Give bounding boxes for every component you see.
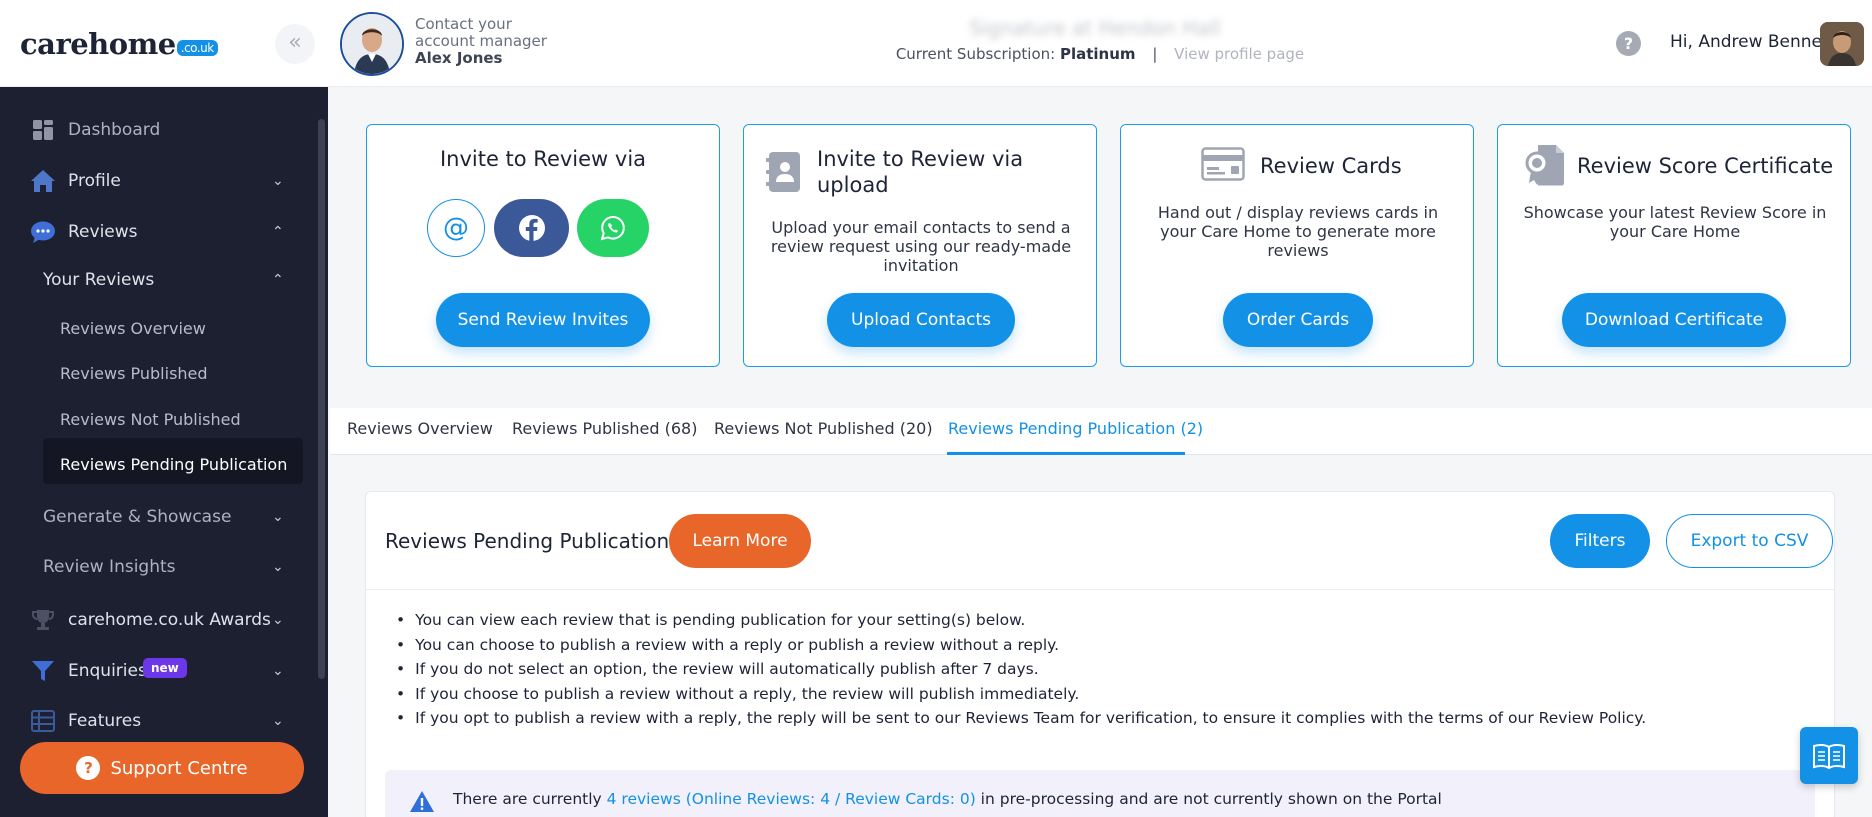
chevron-down-icon: ⌄ xyxy=(272,173,284,189)
review-certificate-card: Review Score Certificate Showcase your l… xyxy=(1497,124,1851,367)
filter-icon xyxy=(30,658,56,684)
view-profile-link[interactable]: View profile page xyxy=(1174,45,1304,63)
support-centre-button[interactable]: ? Support Centre xyxy=(20,742,304,794)
sidebar-scrollbar[interactable] xyxy=(318,119,325,679)
preprocessing-notice: There are currently 4 reviews (Online Re… xyxy=(385,770,1815,817)
chevron-up-icon: ⌃ xyxy=(272,224,284,240)
upload-contacts-button[interactable]: Upload Contacts xyxy=(827,293,1015,347)
card-icon xyxy=(1201,147,1245,185)
review-tabs: Reviews Overview Reviews Published (68) … xyxy=(330,408,1872,455)
chevron-down-icon: ⌄ xyxy=(272,612,284,628)
order-cards-button[interactable]: Order Cards xyxy=(1223,293,1373,347)
carehome-logo[interactable]: carehome .co.uk xyxy=(20,27,218,61)
table-icon xyxy=(30,708,56,734)
collapse-sidebar-button[interactable]: « xyxy=(275,24,315,64)
review-cards-title: Review Cards xyxy=(1260,154,1402,178)
user-greeting[interactable]: Hi, Andrew Bennett xyxy=(1670,32,1835,52)
tab-reviews-pending[interactable]: Reviews Pending Publication (2) xyxy=(948,419,1203,438)
list-item: If you do not select an option, the revi… xyxy=(396,657,1646,682)
active-tab-indicator xyxy=(947,452,1185,455)
upload-contacts-card: Invite to Review via upload Upload your … xyxy=(743,124,1097,367)
account-manager-contact[interactable]: Contact your account manager Alex Jones xyxy=(415,16,547,67)
invite-card-title: Invite to Review via xyxy=(439,147,647,171)
facebook-icon xyxy=(518,215,545,241)
subscription-info: Current Subscription: Platinum | View pr… xyxy=(895,45,1305,63)
export-csv-button[interactable]: Export to CSV xyxy=(1666,514,1833,568)
contact-book-icon xyxy=(765,151,803,197)
chevron-up-icon: ⌃ xyxy=(272,272,284,288)
pending-reviews-panel: Reviews Pending Publication Learn More F… xyxy=(365,491,1835,817)
sidebar-item-features[interactable]: Features ⌄ xyxy=(0,701,310,741)
account-manager-name: Alex Jones xyxy=(415,49,503,67)
sidebar-item-profile[interactable]: Profile ⌄ xyxy=(0,161,310,201)
upload-card-title: Invite to Review via upload xyxy=(817,147,1024,197)
review-cards-description: Hand out / display reviews cards in your… xyxy=(1157,203,1439,260)
panel-header: Reviews Pending Publication Learn More F… xyxy=(366,492,1834,590)
help-circle-icon: ? xyxy=(76,756,101,780)
whatsapp-icon xyxy=(600,215,625,241)
download-certificate-button[interactable]: Download Certificate xyxy=(1562,293,1786,347)
pending-rules-list: You can view each review that is pending… xyxy=(396,608,1646,731)
subscription-plan: Platinum xyxy=(1059,45,1136,63)
sidebar-item-your-reviews[interactable]: Your Reviews ⌃ xyxy=(0,260,310,300)
home-icon xyxy=(30,168,56,194)
help-icon[interactable]: ? xyxy=(1616,31,1641,56)
chevron-down-icon: ⌄ xyxy=(272,713,284,729)
learn-more-button[interactable]: Learn More xyxy=(669,514,811,568)
sidebar-item-reviews-published[interactable]: Reviews Published xyxy=(0,353,310,393)
review-cards-card: Review Cards Hand out / display reviews … xyxy=(1120,124,1474,367)
sidebar-item-awards[interactable]: carehome.co.uk Awards ⌄ xyxy=(0,600,310,640)
dashboard-icon xyxy=(30,117,56,143)
sidebar-item-generate-showcase[interactable]: Generate & Showcase ⌄ xyxy=(0,497,310,537)
chat-icon xyxy=(30,219,56,245)
email-channel-button[interactable]: @ xyxy=(427,199,485,257)
send-review-invites-button[interactable]: Send Review Invites xyxy=(436,293,650,347)
new-badge: new xyxy=(143,658,187,678)
preprocessing-reviews-link[interactable]: 4 reviews (Online Reviews: 4 / Review Ca… xyxy=(607,790,976,808)
tab-reviews-not-published[interactable]: Reviews Not Published (20) xyxy=(714,419,933,438)
book-icon xyxy=(1813,743,1845,769)
list-item: If you opt to publish a review with a re… xyxy=(396,706,1646,731)
guide-book-button[interactable] xyxy=(1800,727,1858,784)
list-item: You can choose to publish a review with … xyxy=(396,633,1646,658)
tab-reviews-overview[interactable]: Reviews Overview xyxy=(347,419,493,438)
sidebar: Dashboard Profile ⌄ Reviews ⌃ Your Revie… xyxy=(0,87,328,817)
email-icon: @ xyxy=(443,213,469,243)
whatsapp-channel-button[interactable] xyxy=(577,199,649,257)
certificate-description: Showcase your latest Review Score in you… xyxy=(1523,203,1827,241)
warning-icon xyxy=(409,790,435,817)
account-manager-avatar xyxy=(340,12,404,76)
top-header: carehome .co.uk « Contact your account ma… xyxy=(0,0,1872,87)
filters-button[interactable]: Filters xyxy=(1550,514,1650,568)
chevron-down-icon: ⌄ xyxy=(272,559,284,575)
sidebar-item-enquiries[interactable]: Enquiries new ⌄ xyxy=(0,651,310,691)
tab-reviews-published[interactable]: Reviews Published (68) xyxy=(512,419,697,438)
chevron-down-icon: ⌄ xyxy=(272,663,284,679)
chevron-down-icon: ⌄ xyxy=(272,509,284,525)
invite-review-card: Invite to Review via @ Send Review Invit… xyxy=(366,124,720,367)
certificate-icon xyxy=(1524,143,1566,191)
care-home-name: Signature at Hendon Hall xyxy=(969,16,1221,40)
sidebar-item-reviews[interactable]: Reviews ⌃ xyxy=(0,212,310,252)
sidebar-item-reviews-pending[interactable]: Reviews Pending Publication xyxy=(0,444,310,484)
panel-title: Reviews Pending Publication xyxy=(385,529,670,553)
facebook-channel-button[interactable] xyxy=(494,199,569,257)
collapse-icon: « xyxy=(288,30,302,55)
certificate-title: Review Score Certificate xyxy=(1577,154,1834,178)
user-avatar[interactable] xyxy=(1820,22,1864,66)
sidebar-item-review-insights[interactable]: Review Insights ⌄ xyxy=(0,547,310,587)
upload-card-description: Upload your email contacts to send a rev… xyxy=(770,218,1072,275)
list-item: You can view each review that is pending… xyxy=(396,608,1646,633)
sidebar-item-reviews-overview[interactable]: Reviews Overview xyxy=(0,308,310,348)
list-item: If you choose to publish a review withou… xyxy=(396,682,1646,707)
sidebar-item-reviews-not-published[interactable]: Reviews Not Published xyxy=(0,399,310,439)
sidebar-item-dashboard[interactable]: Dashboard xyxy=(0,110,310,150)
trophy-icon xyxy=(30,607,56,633)
